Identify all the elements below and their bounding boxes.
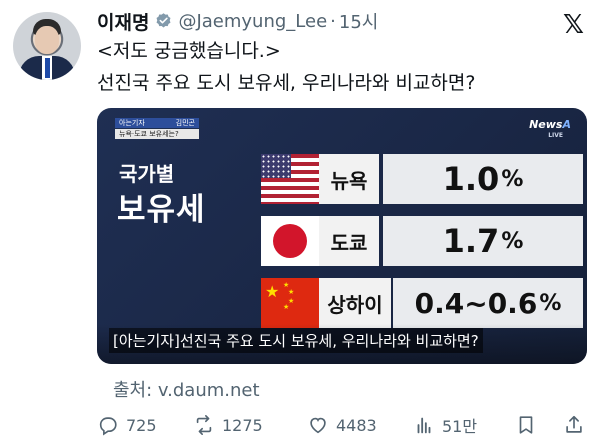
heart-icon bbox=[310, 417, 326, 434]
tax-value: 1.0% bbox=[383, 154, 583, 204]
reporter-subtitle: 뉴욕·도쿄 보유세는? bbox=[115, 129, 199, 139]
network-logo: NewsA bbox=[529, 118, 571, 131]
view-count: 51만 bbox=[442, 417, 478, 436]
tax-row-newyork: 뉴욕 1.0% bbox=[261, 154, 587, 204]
video-caption: [아는기자]선진국 주요 도시 보유세, 우리나라와 비교하면? bbox=[109, 328, 483, 353]
chart-label-big: 보유세 bbox=[117, 192, 206, 228]
tax-row-tokyo: 도쿄 1.7% bbox=[261, 216, 587, 266]
timestamp[interactable]: 15시 bbox=[339, 8, 378, 34]
repost-icon bbox=[196, 415, 212, 435]
city-label: 상하이 bbox=[319, 278, 391, 328]
views-bar-chart-icon bbox=[417, 417, 431, 434]
author-name[interactable]: 이재명 bbox=[97, 8, 149, 35]
x-logo-icon[interactable]: 𝕏 bbox=[563, 10, 584, 40]
verified-badge-icon bbox=[156, 12, 171, 27]
like-count: 4483 bbox=[336, 415, 377, 435]
tweet-header: 이재명 @Jaemyung_Lee · 15시 bbox=[97, 8, 378, 34]
share-button[interactable] bbox=[563, 410, 592, 440]
bookmark-icon bbox=[519, 416, 533, 434]
reply-icon bbox=[99, 417, 117, 436]
separator-dot: · bbox=[330, 10, 336, 32]
china-flag-icon: ★ ★ ★ ★ ★ bbox=[261, 278, 319, 328]
tweet-text-line-1: <저도 궁금했습니다.> bbox=[97, 40, 281, 62]
like-button[interactable]: 4483 bbox=[307, 410, 377, 440]
reply-count: 725 bbox=[126, 415, 157, 435]
views-button[interactable]: 51만 bbox=[413, 410, 477, 440]
share-icon bbox=[566, 415, 582, 433]
source-link[interactable]: 출처: v.daum.net bbox=[113, 376, 260, 402]
bookmark-button[interactable] bbox=[515, 410, 544, 440]
tax-row-shanghai: ★ ★ ★ ★ ★ 상하이 0.4~0.6% bbox=[261, 278, 587, 328]
repost-button[interactable]: 1275 bbox=[193, 410, 263, 440]
avatar[interactable] bbox=[13, 12, 81, 80]
us-flag-icon bbox=[261, 154, 319, 204]
live-badge: LIVE bbox=[548, 132, 563, 139]
japan-flag-icon bbox=[261, 216, 319, 266]
tweet-text-line-2: 선진국 주요 도시 보유세, 우리나라와 비교하면? bbox=[97, 72, 476, 94]
repost-count: 1275 bbox=[222, 415, 263, 435]
reply-button[interactable]: 725 bbox=[97, 410, 157, 440]
chart-label-small: 국가별 bbox=[119, 162, 175, 186]
action-bar: 725 1275 4483 51만 bbox=[97, 410, 587, 440]
author-handle[interactable]: @Jaemyung_Lee bbox=[178, 11, 327, 32]
reporter-tag: 아는기자 김민곤 bbox=[115, 118, 199, 128]
tax-value: 0.4~0.6% bbox=[393, 278, 583, 328]
media-card[interactable]: 아는기자 김민곤 뉴욕·도쿄 보유세는? NewsA LIVE 국가별 보유세 뉴… bbox=[97, 108, 587, 364]
city-label: 뉴욕 bbox=[319, 154, 379, 204]
tax-value: 1.7% bbox=[383, 216, 583, 266]
city-label: 도쿄 bbox=[319, 216, 379, 266]
